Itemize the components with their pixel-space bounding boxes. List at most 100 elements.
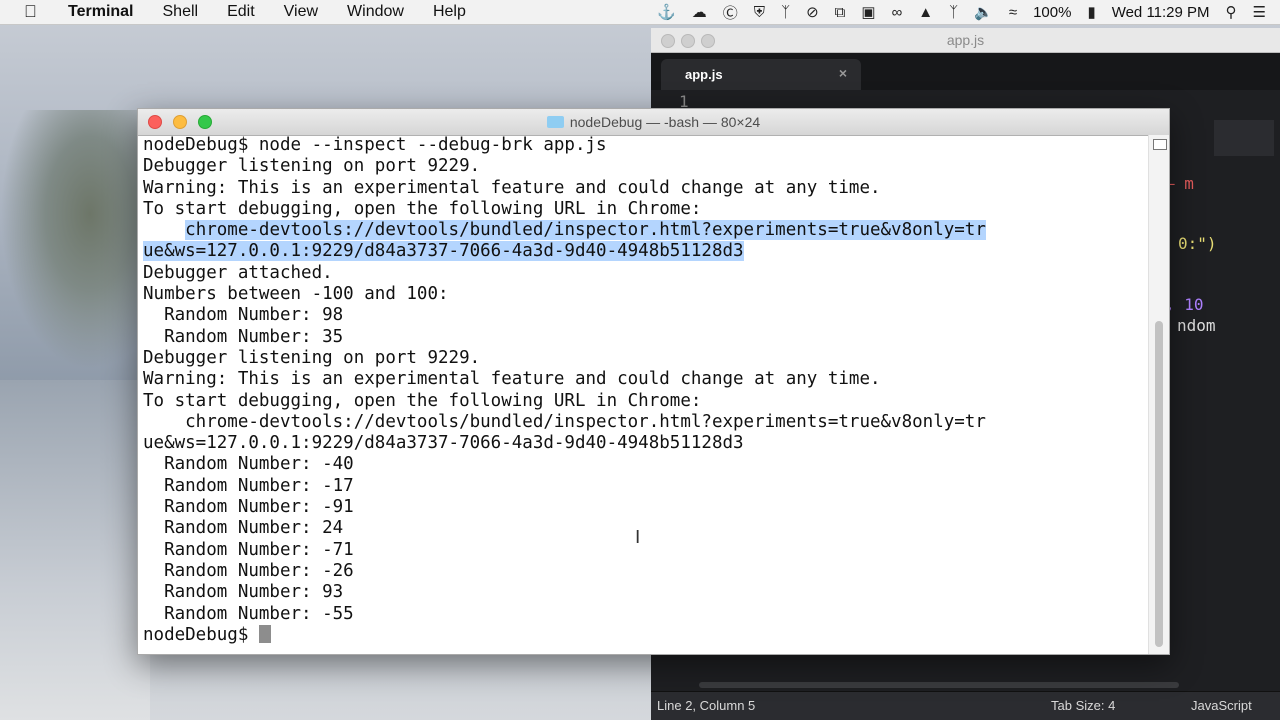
menu-window[interactable]: Window xyxy=(347,3,404,21)
terminal-line: To start debugging, open the following U… xyxy=(143,391,1147,412)
terminal-line-text: To start debugging, open the following U… xyxy=(143,198,702,219)
branch-icon[interactable]: ᛉ xyxy=(781,4,790,21)
wifi-icon[interactable]: ≈ xyxy=(1009,4,1017,21)
editor-horizontal-scrollbar[interactable] xyxy=(699,682,1179,688)
code-fragment: ndom xyxy=(1177,316,1216,335)
terminal-line: Random Number: -71 xyxy=(143,540,1147,561)
notification-center-icon[interactable]: ☰ xyxy=(1253,3,1266,21)
shell-prompt: nodeDebug$ xyxy=(143,624,259,645)
battery-percent[interactable]: 100% xyxy=(1033,4,1071,21)
terminal-line-text: chrome-devtools://devtools/bundled/inspe… xyxy=(143,411,986,432)
terminal-vertical-scrollbar[interactable] xyxy=(1148,135,1169,654)
terminal-line: Random Number: 98 xyxy=(143,305,1147,326)
terminal-line: Random Number: -17 xyxy=(143,476,1147,497)
editor-titlebar[interactable]: app.js xyxy=(651,28,1280,53)
terminal-line: Numbers between -100 and 100: xyxy=(143,284,1147,305)
terminal-line: Debugger listening on port 9229. xyxy=(143,348,1147,369)
clock[interactable]: Wed 11:29 PM xyxy=(1112,4,1210,21)
terminal-line: Debugger listening on port 9229. xyxy=(143,156,1147,177)
airplay-icon[interactable]: ▲ xyxy=(918,4,933,21)
terminal-line-text: Debugger attached. xyxy=(143,262,333,283)
ibeam-cursor-icon: I xyxy=(635,527,641,548)
terminal-window: nodeDebug — -bash — 80×24 nodeDebug$ nod… xyxy=(137,108,1170,655)
editor-tab-bar: app.js × xyxy=(651,53,1280,90)
terminal-line-text: Random Number: -40 xyxy=(143,454,354,475)
terminal-line: Random Number: 35 xyxy=(143,327,1147,348)
terminal-line: nodeDebug$ node --inspect --debug-brk ap… xyxy=(143,135,1147,156)
skype-icon[interactable]: Ⓒ xyxy=(723,2,738,23)
terminal-line-text: Random Number: -26 xyxy=(143,560,354,581)
terminal-titlebar[interactable]: nodeDebug — -bash — 80×24 xyxy=(138,109,1169,136)
terminal-line-text: Random Number: -17 xyxy=(143,475,354,496)
windows-icon[interactable]: ⧉ xyxy=(835,4,846,21)
terminal-line-text: Random Number: 98 xyxy=(143,305,344,326)
terminal-line-text: Random Number: 24 xyxy=(143,518,344,539)
editor-minimap[interactable] xyxy=(1214,120,1274,156)
terminal-window-title: nodeDebug — -bash — 80×24 xyxy=(138,114,1169,130)
camera-icon[interactable]: ▣ xyxy=(861,3,875,21)
infinity-icon[interactable]: ∞ xyxy=(892,4,903,21)
tab-size-selector[interactable]: Tab Size: 4 xyxy=(1051,698,1115,713)
folder-icon xyxy=(546,116,564,128)
battery-icon[interactable]: ▮ xyxy=(1087,3,1095,21)
terminal-line: Random Number: 93 xyxy=(143,582,1147,603)
apple-logo-icon[interactable]:  xyxy=(24,2,44,22)
terminal-line: Warning: This is an experimental feature… xyxy=(143,369,1147,390)
menu-bar:  Terminal Shell Edit View Window Help ⚓… xyxy=(0,0,1280,25)
status-menus: ⚓ ☁ Ⓒ ⛨ ᛉ ⊘ ⧉ ▣ ∞ ▲ ᛉ 🔈 ≈ 100% ▮ Wed 11:… xyxy=(649,0,1280,24)
cloud-icon[interactable]: ☁ xyxy=(692,3,707,21)
desktop-wallpaper-water xyxy=(0,380,150,720)
terminal-line: chrome-devtools://devtools/bundled/inspe… xyxy=(143,220,1147,241)
menu-edit[interactable]: Edit xyxy=(227,3,255,21)
terminal-line: To start debugging, open the following U… xyxy=(143,199,1147,220)
code-fragment: , 10 xyxy=(1165,295,1204,314)
terminal-line: Warning: This is an experimental feature… xyxy=(143,178,1147,199)
terminal-line: Random Number: 24 xyxy=(143,518,1147,539)
terminal-prompt-line[interactable]: nodeDebug$ xyxy=(143,624,1147,646)
terminal-line: chrome-devtools://devtools/bundled/inspe… xyxy=(143,412,1147,433)
terminal-line-text: Random Number: -71 xyxy=(143,539,354,560)
circle-slash-icon[interactable]: ⊘ xyxy=(806,3,819,21)
split-pane-icon[interactable] xyxy=(1153,139,1167,150)
menu-help[interactable]: Help xyxy=(433,3,466,21)
terminal-title-label: nodeDebug — -bash — 80×24 xyxy=(569,114,761,130)
syntax-selector[interactable]: JavaScript xyxy=(1191,698,1252,713)
tab-app-js[interactable]: app.js × xyxy=(661,59,861,90)
terminal-line-text: Random Number: -55 xyxy=(143,603,354,624)
terminal-line: ue&ws=127.0.0.1:9229/d84a3737-7066-4a3d-… xyxy=(143,433,1147,454)
desktop-wallpaper-tree xyxy=(0,110,150,370)
volume-icon[interactable]: 🔈 xyxy=(974,3,993,21)
terminal-line-text: Random Number: 93 xyxy=(143,582,344,603)
terminal-line: Random Number: -40 xyxy=(143,454,1147,475)
terminal-line-text: Random Number: 35 xyxy=(143,326,344,347)
terminal-line-text: chrome-devtools://devtools/bundled/inspe… xyxy=(185,220,986,241)
terminal-line-text: Debugger listening on port 9229. xyxy=(143,347,481,368)
terminal-line: Random Number: -91 xyxy=(143,497,1147,518)
terminal-line-text: Warning: This is an experimental feature… xyxy=(143,369,881,390)
terminal-output[interactable]: nodeDebug$ node --inspect --debug-brk ap… xyxy=(143,135,1147,654)
docker-icon[interactable]: ⚓ xyxy=(657,3,676,21)
menu-shell[interactable]: Shell xyxy=(163,3,199,21)
terminal-line-text: nodeDebug$ node --inspect --debug-brk ap… xyxy=(143,135,607,155)
terminal-line-text: Warning: This is an experimental feature… xyxy=(143,177,881,198)
bluetooth-icon[interactable]: ᛉ xyxy=(949,4,958,21)
editor-window-title: app.js xyxy=(946,32,985,48)
terminal-line-text: Numbers between -100 and 100: xyxy=(143,284,449,305)
terminal-line: Random Number: -26 xyxy=(143,561,1147,582)
menu-view[interactable]: View xyxy=(284,3,318,21)
tab-close-icon[interactable]: × xyxy=(839,65,847,81)
code-fragment: 0:") xyxy=(1178,234,1217,253)
menu-app-terminal[interactable]: Terminal xyxy=(68,3,134,21)
editor-status-bar: Line 2, Column 5 Tab Size: 4 JavaScript xyxy=(651,691,1280,720)
terminal-line: ue&ws=127.0.0.1:9229/d84a3737-7066-4a3d-… xyxy=(143,241,1147,262)
terminal-line: Debugger attached. xyxy=(143,263,1147,284)
terminal-line-text: ue&ws=127.0.0.1:9229/d84a3737-7066-4a3d-… xyxy=(143,241,744,262)
shield-icon[interactable]: ⛨ xyxy=(754,4,765,21)
terminal-line-text: ue&ws=127.0.0.1:9229/d84a3737-7066-4a3d-… xyxy=(143,433,744,454)
spotlight-search-icon[interactable]: ⚲ xyxy=(1226,3,1237,21)
scrollbar-thumb[interactable] xyxy=(1155,321,1163,647)
terminal-line: Random Number: -55 xyxy=(143,604,1147,625)
terminal-line-text: To start debugging, open the following U… xyxy=(143,390,702,411)
cursor-position[interactable]: Line 2, Column 5 xyxy=(657,698,755,713)
